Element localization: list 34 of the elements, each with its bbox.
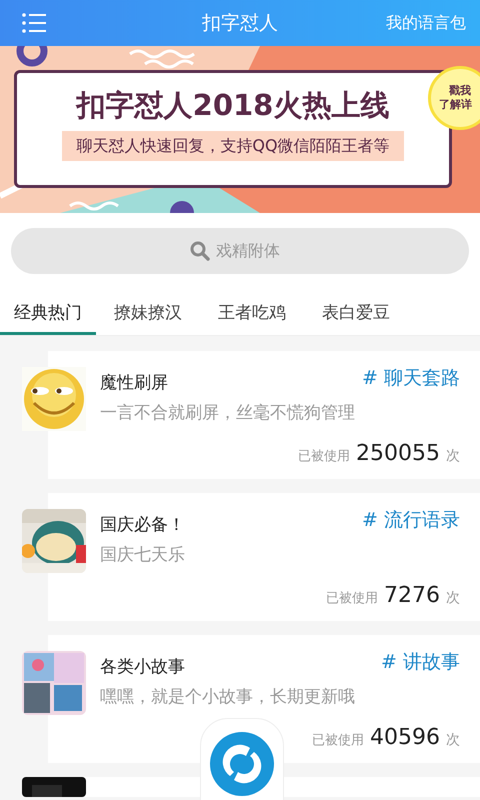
- app-title: 扣字怼人: [202, 10, 278, 36]
- category-tab[interactable]: 经典热门: [0, 296, 96, 335]
- usage-count: 250055: [356, 440, 440, 468]
- category-tab[interactable]: 王者吃鸡: [200, 296, 304, 335]
- usage-label: 已被使用: [298, 448, 350, 466]
- usage-count: 7276: [384, 582, 440, 610]
- card-description: 国庆七天乐: [100, 544, 185, 567]
- banner-headline: 扣字怼人2018火热上线: [76, 87, 390, 124]
- usage-count: 40596: [370, 724, 440, 752]
- banner-subline: 聊天怼人快速回复，支持QQ微信陌陌王者等: [62, 131, 404, 162]
- card-title: 魔性刷屏: [100, 372, 168, 395]
- card-title: 国庆必备！: [100, 514, 185, 537]
- card-description: 嘿嘿，就是个小故事，长期更新哦: [100, 686, 355, 709]
- menu-icon[interactable]: [22, 13, 46, 33]
- bubble-text: 了解详: [439, 98, 472, 112]
- promo-banner[interactable]: 扣字怼人2018火热上线 聊天怼人快速回复，支持QQ微信陌陌王者等 戳我 了解详: [0, 46, 480, 213]
- category-tag[interactable]: # 聊天套路: [362, 364, 460, 392]
- usage-label: 已被使用: [312, 732, 364, 750]
- usage-label: 已被使用: [326, 590, 378, 608]
- refresh-icon: [210, 732, 274, 796]
- card-description: 一言不合就刷屏，丝毫不慌狗管理: [100, 402, 355, 425]
- search-input[interactable]: 戏精附体: [216, 239, 290, 263]
- category-tab[interactable]: 表白爱豆: [304, 296, 408, 335]
- bubble-text: 戳我: [448, 84, 471, 98]
- search-field[interactable]: 戏精附体: [11, 228, 469, 274]
- category-tab[interactable]: 撩妹撩汉: [96, 296, 200, 335]
- search-icon: [190, 241, 210, 261]
- floating-button[interactable]: [200, 718, 284, 800]
- card-title: 各类小故事: [100, 656, 185, 679]
- usage-unit: 次: [446, 447, 460, 466]
- category-tag[interactable]: # 流行语录: [362, 506, 460, 534]
- usage-unit: 次: [446, 731, 460, 750]
- category-tag[interactable]: # 讲故事: [381, 648, 460, 676]
- usage-unit: 次: [446, 589, 460, 608]
